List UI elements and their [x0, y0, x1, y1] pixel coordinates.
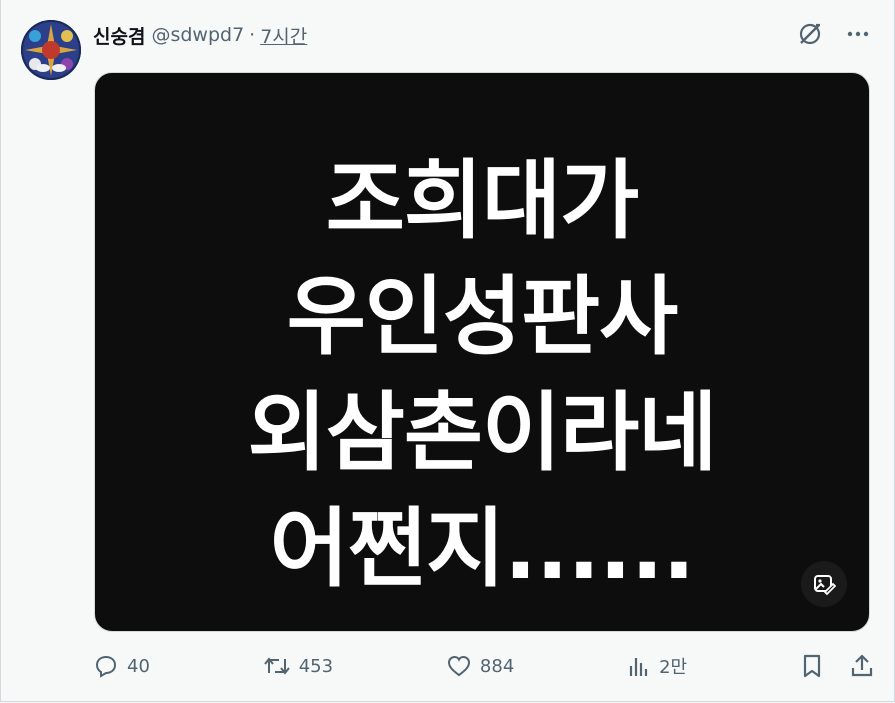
grok-icon[interactable]	[796, 20, 824, 48]
retweet-button[interactable]: 453	[263, 653, 333, 679]
media-text-line: 조희대가	[325, 151, 639, 251]
views-icon	[630, 658, 648, 676]
reply-count: 40	[127, 655, 150, 677]
views-count: 2만	[659, 657, 688, 678]
bookmark-button[interactable]	[800, 653, 824, 679]
top-right-controls	[796, 20, 872, 48]
bookmark-icon	[803, 654, 821, 678]
media-text-line: 우인성판사	[286, 267, 679, 367]
right-actions	[800, 653, 874, 679]
tweet-media-image[interactable]: 조희대가 우인성판사 외삼촌이라네 어쩐지......	[94, 72, 870, 632]
tweet-actions-bar: 40 453 884 2만	[93, 648, 874, 684]
timestamp-link[interactable]: 7시간	[260, 22, 307, 49]
image-edit-icon[interactable]	[801, 561, 847, 607]
more-icon[interactable]	[844, 20, 872, 48]
reply-icon	[95, 655, 117, 678]
like-count: 884	[479, 655, 515, 677]
avatar[interactable]	[21, 20, 81, 80]
like-icon	[447, 655, 470, 677]
separator-dot: ·	[249, 24, 256, 46]
views-button[interactable]: 2만	[627, 653, 687, 679]
author-name[interactable]: 신숭겸	[93, 22, 145, 49]
reply-button[interactable]: 40	[93, 653, 150, 679]
retweet-count: 453	[298, 655, 334, 677]
media-text-line: 외삼촌이라네	[247, 383, 718, 483]
tweet-card[interactable]: 신숭겸 @sdwpd7 · 7시간 조희대가 우인성판사 외삼촌이라네 어쩐지.…	[0, 0, 895, 702]
share-button[interactable]	[850, 653, 874, 679]
media-text-line: 어쩐지......	[269, 499, 695, 599]
stained-glass-avatar-image	[21, 20, 81, 80]
like-button[interactable]: 884	[446, 653, 514, 679]
tweet-header: 신숭겸 @sdwpd7 · 7시간	[93, 21, 307, 49]
share-icon	[851, 654, 873, 677]
media-text-block: 조희대가 우인성판사 외삼촌이라네 어쩐지......	[95, 143, 869, 607]
author-handle[interactable]: @sdwpd7	[151, 24, 244, 46]
retweet-icon	[263, 657, 290, 675]
